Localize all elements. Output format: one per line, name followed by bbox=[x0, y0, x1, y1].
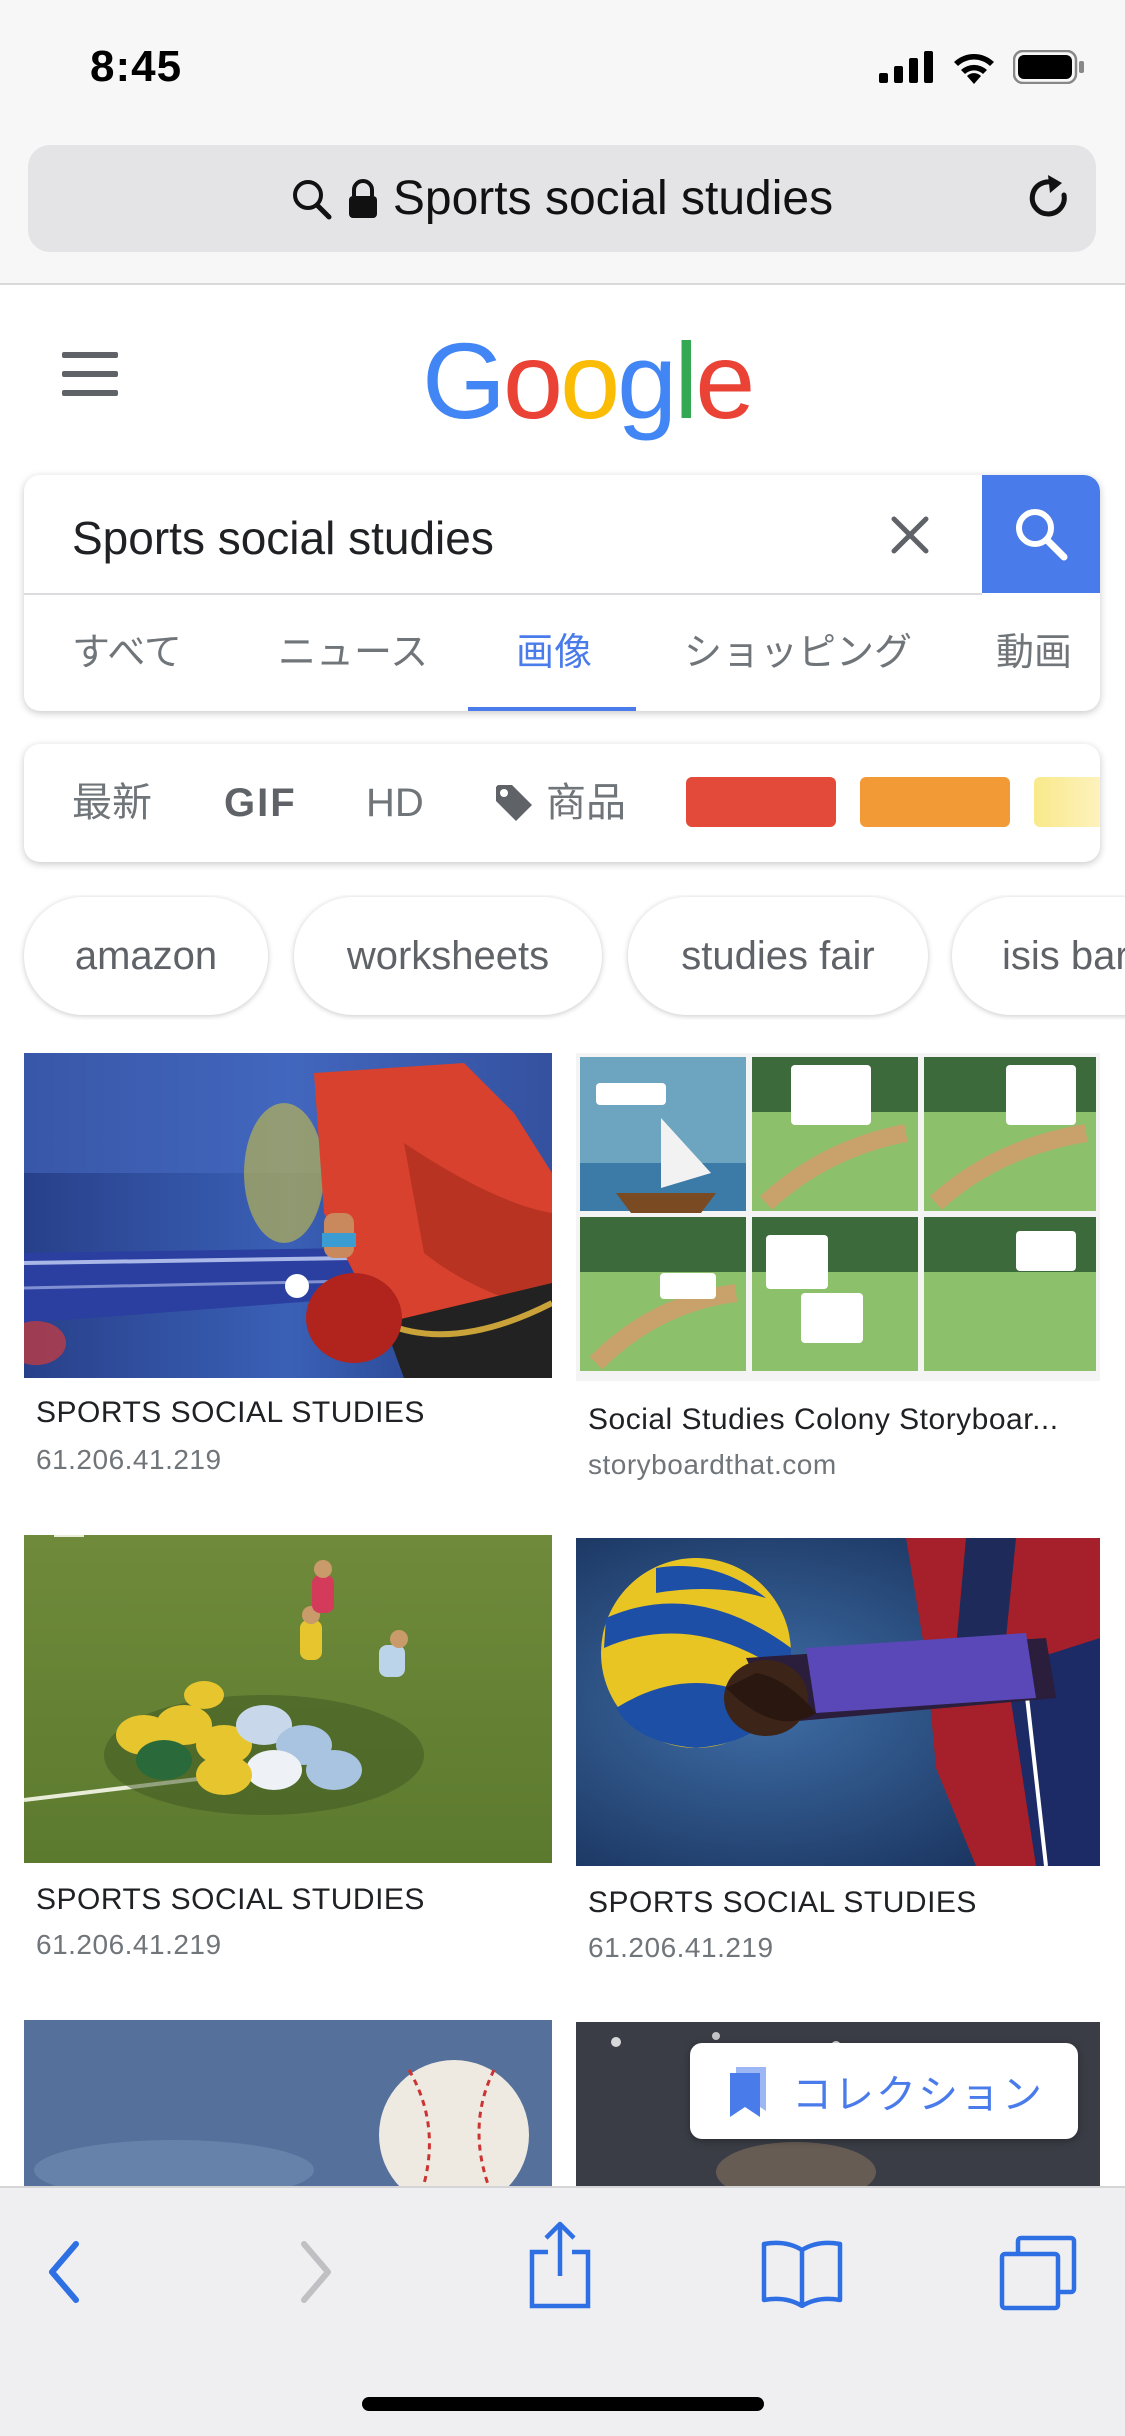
filter-products-label: 商品 bbox=[546, 781, 626, 825]
chip-studies-fair[interactable]: studies fair bbox=[628, 897, 928, 1015]
address-bar-content: Sports social studies bbox=[28, 145, 1096, 252]
tab-images[interactable]: 画像 bbox=[516, 595, 592, 711]
search-button[interactable] bbox=[982, 475, 1100, 593]
logo-letter: o bbox=[560, 320, 620, 441]
collection-button[interactable]: コレクション bbox=[690, 2043, 1078, 2139]
tab-shopping[interactable]: ショッピング bbox=[684, 595, 912, 711]
result-title[interactable]: Social Studies Colony Storyboar... bbox=[588, 1403, 1059, 1437]
chip-amazon[interactable]: amazon bbox=[24, 897, 268, 1015]
result-title[interactable]: SPORTS SOCIAL STUDIES bbox=[36, 1883, 425, 1917]
share-icon[interactable] bbox=[526, 2218, 594, 2310]
filter-recent[interactable]: 最新 bbox=[72, 744, 152, 862]
forward-icon[interactable] bbox=[296, 2240, 336, 2304]
filter-gif[interactable]: GIF bbox=[224, 744, 297, 862]
filter-hd[interactable]: HD bbox=[366, 744, 424, 862]
search-input[interactable]: Sports social studies bbox=[72, 503, 872, 573]
logo-letter: G bbox=[422, 320, 506, 441]
logo-letter: e bbox=[695, 320, 755, 441]
image-result[interactable]: SPORTS SOCIAL STUDIES 61.206.41.219 bbox=[576, 1538, 1100, 1968]
search-card: Sports social studies すべて ニュース 画像 ショッピング… bbox=[24, 475, 1100, 711]
chip-worksheets[interactable]: worksheets bbox=[294, 897, 602, 1015]
hamburger-menu-icon[interactable] bbox=[62, 352, 118, 396]
google-logo[interactable]: Google bbox=[422, 318, 755, 443]
address-bar[interactable]: Sports social studies bbox=[28, 145, 1096, 252]
color-swatch-red[interactable] bbox=[686, 777, 836, 827]
logo-letter: l bbox=[674, 320, 698, 441]
image-result[interactable]: SPORTS SOCIAL STUDIES 61.206.41.219 bbox=[24, 1053, 552, 1483]
result-thumbnail[interactable] bbox=[576, 1538, 1100, 1866]
chip-isis-bar[interactable]: isis bar bbox=[952, 897, 1125, 1015]
clear-icon[interactable] bbox=[882, 507, 938, 563]
suggestion-chips: amazon worksheets studies fair isis bar bbox=[0, 895, 1125, 1020]
wifi-icon bbox=[954, 54, 994, 84]
logo-letter: o bbox=[503, 320, 563, 441]
reload-icon[interactable] bbox=[1024, 173, 1074, 223]
back-icon[interactable] bbox=[44, 2240, 84, 2304]
image-result[interactable]: SPORTS SOCIAL STUDIES 61.206.41.219 bbox=[24, 1535, 552, 1965]
lock-icon bbox=[348, 178, 377, 218]
status-time: 8:45 bbox=[90, 42, 183, 91]
result-source: 61.206.41.219 bbox=[36, 1444, 222, 1475]
result-source: 61.206.41.219 bbox=[36, 1929, 222, 1960]
filter-products[interactable]: 商品 bbox=[494, 744, 626, 862]
url-text: Sports social studies bbox=[392, 172, 834, 225]
collection-label: コレクション bbox=[792, 2073, 1044, 2117]
result-thumbnail[interactable] bbox=[24, 1535, 552, 1863]
home-indicator bbox=[362, 2397, 764, 2411]
result-thumbnail[interactable] bbox=[24, 2020, 552, 2190]
browser-toolbar: Sports social studies bbox=[0, 135, 1125, 285]
tabs-icon[interactable] bbox=[998, 2234, 1078, 2312]
logo-letter: g bbox=[617, 320, 677, 441]
search-tabs: すべて ニュース 画像 ショッピング 動画 bbox=[24, 595, 1100, 711]
tag-icon bbox=[496, 785, 532, 821]
result-source: storyboardthat.com bbox=[588, 1449, 837, 1480]
color-swatch-orange[interactable] bbox=[860, 777, 1010, 827]
color-swatch-yellow[interactable] bbox=[1034, 777, 1100, 827]
status-bar: 8:45 bbox=[0, 0, 1125, 135]
tab-videos[interactable]: 動画 bbox=[996, 595, 1072, 711]
cellular-signal-icon bbox=[879, 51, 933, 83]
result-source: 61.206.41.219 bbox=[588, 1932, 774, 1963]
result-thumbnail[interactable] bbox=[576, 1053, 1100, 1381]
search-icon bbox=[292, 179, 332, 219]
tab-all[interactable]: すべて bbox=[72, 595, 182, 711]
search-icon bbox=[1016, 509, 1068, 561]
battery-icon bbox=[1013, 50, 1084, 84]
active-tab-indicator bbox=[468, 707, 636, 711]
image-result[interactable]: Social Studies Colony Storyboar... story… bbox=[576, 1053, 1100, 1483]
result-thumbnail[interactable] bbox=[24, 1053, 552, 1378]
tab-news[interactable]: ニュース bbox=[278, 595, 428, 711]
bookmark-icon bbox=[730, 2067, 766, 2117]
result-title[interactable]: SPORTS SOCIAL STUDIES bbox=[36, 1396, 425, 1430]
status-icons bbox=[879, 50, 1085, 84]
bookmarks-icon[interactable] bbox=[760, 2238, 844, 2308]
result-title[interactable]: SPORTS SOCIAL STUDIES bbox=[588, 1886, 977, 1920]
image-filters: 最新 GIF HD 商品 bbox=[24, 744, 1100, 862]
